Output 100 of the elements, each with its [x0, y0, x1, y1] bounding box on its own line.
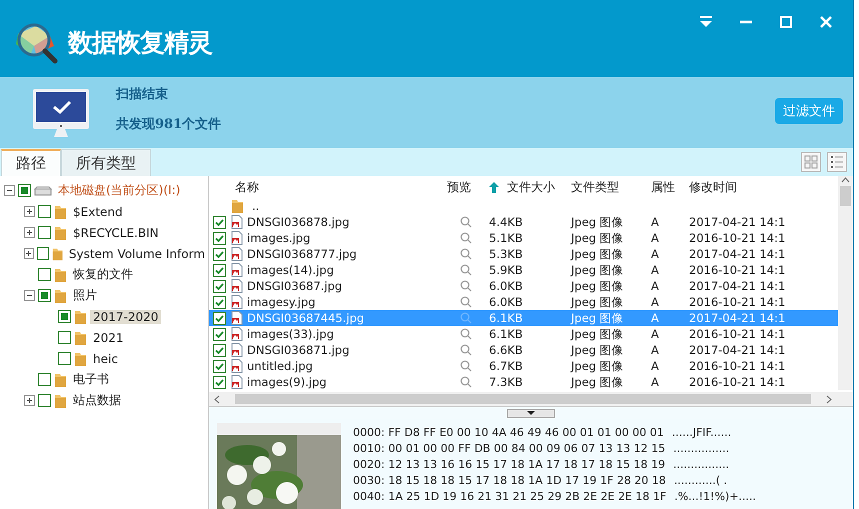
preview-icon[interactable]	[460, 328, 472, 340]
grid-view-button[interactable]	[801, 152, 821, 172]
image-file-icon	[231, 263, 243, 277]
checkbox[interactable]	[38, 205, 51, 218]
file-row[interactable]: DNSGI03687.jpg 6.0KB Jpeg 图像 A 2017-04-21 14:1	[209, 278, 838, 294]
checkbox[interactable]	[213, 232, 226, 244]
preview-icon[interactable]	[460, 344, 472, 356]
checkbox[interactable]	[213, 328, 226, 340]
preview-icon[interactable]	[460, 216, 472, 228]
checkbox[interactable]	[38, 394, 51, 407]
scroll-up-icon[interactable]	[841, 176, 850, 184]
file-row[interactable]: DNSGI0368777.jpg 5.3KB Jpeg 图像 A 2017-04-21 14:1	[209, 246, 838, 262]
tree-item[interactable]: 本地磁盘(当前分区)(I:)	[55, 182, 184, 199]
preview-icon[interactable]	[460, 360, 472, 372]
file-row[interactable]: DNSGI036878.jpg 4.4KB Jpeg 图像 A 2017-04-21 14:1	[209, 214, 838, 230]
checkbox[interactable]	[213, 296, 226, 308]
hex-line: 0030: 18 15 18 18 15 17 18 18 1A 1D 17 19 1F 28 20 18	[353, 473, 666, 489]
file-row[interactable]: images(9).jpg 7.3KB Jpeg 图像 A 2016-10-21 14:1	[209, 374, 838, 390]
tab[interactable]: 路径	[1, 149, 61, 176]
file-name: DNSGI036871.jpg	[247, 343, 350, 357]
list-view-button[interactable]	[827, 152, 847, 172]
file-row[interactable]: images(33).jpg 6.1KB Jpeg 图像 A 2016-10-21 14:1	[209, 326, 838, 342]
checkbox[interactable]	[213, 280, 226, 292]
hex-line: 0010: 00 01 00 00 FF DB 00 84 00 09 06 07 13 13 12 15	[353, 441, 666, 457]
checkbox[interactable]	[58, 331, 71, 344]
checkbox[interactable]	[36, 247, 48, 260]
expand-icon[interactable]	[24, 206, 35, 217]
file-row[interactable]: DNSGI036871.jpg 6.6KB Jpeg 图像 A 2017-04-21 14:1	[209, 342, 838, 358]
tree-item[interactable]: 站点数据	[70, 392, 124, 409]
column-header[interactable]: 名称	[231, 178, 443, 196]
vertical-scrollbar[interactable]	[838, 176, 853, 390]
splitter-handle[interactable]	[507, 408, 555, 418]
checkbox[interactable]	[213, 376, 226, 388]
scroll-left-icon[interactable]	[213, 394, 221, 404]
checkbox[interactable]	[38, 268, 51, 281]
tree-item[interactable]: 恢复的文件	[70, 266, 136, 283]
tree-item[interactable]: 2017-2020	[90, 310, 162, 324]
drive-icon	[34, 184, 52, 196]
file-row[interactable]: untitled.jpg 6.7KB Jpeg 图像 A 2016-10-21 14:1	[209, 358, 838, 374]
checkbox[interactable]	[38, 226, 51, 239]
column-header[interactable]: 属性	[647, 178, 685, 196]
scroll-right-icon[interactable]	[825, 394, 833, 404]
horizontal-scrollbar[interactable]	[209, 392, 853, 406]
tree-item[interactable]: 照片	[70, 287, 100, 304]
checkbox[interactable]	[58, 310, 71, 323]
column-header[interactable]: 修改时间	[685, 178, 842, 196]
maximize-button[interactable]	[777, 13, 795, 31]
app-title: 数据恢复精灵	[68, 26, 212, 58]
checkbox[interactable]	[213, 216, 226, 228]
file-attribute: A	[650, 263, 660, 277]
file-attribute: A	[650, 327, 660, 341]
column-header[interactable]: 文件大小	[485, 178, 567, 196]
tree-item[interactable]: heic	[90, 352, 121, 366]
checkbox[interactable]	[18, 184, 31, 197]
scroll-thumb[interactable]	[840, 186, 851, 206]
tree-item[interactable]: 电子书	[70, 371, 112, 388]
checkbox[interactable]	[213, 344, 226, 356]
preview-icon[interactable]	[460, 280, 472, 292]
collapse-icon[interactable]	[4, 185, 15, 196]
preview-icon[interactable]	[460, 296, 472, 308]
file-row[interactable]: imagesy.jpg 6.0KB Jpeg 图像 A 2016-10-21 14:1	[209, 294, 838, 310]
tree-item[interactable]: 2021	[90, 330, 127, 344]
preview-icon[interactable]	[460, 232, 472, 244]
tree-item[interactable]: System Volume Inform	[66, 246, 208, 260]
ascii-text: ................	[673, 457, 730, 473]
checkbox[interactable]	[213, 360, 226, 372]
file-attribute: A	[650, 359, 660, 373]
checkbox[interactable]	[213, 312, 226, 324]
image-file-icon	[231, 231, 243, 245]
file-row[interactable]: images(14).jpg 5.9KB Jpeg 图像 A 2016-10-21 14:1	[209, 262, 838, 278]
file-name: images(14).jpg	[247, 263, 334, 277]
expand-icon[interactable]	[24, 395, 35, 406]
folder-icon	[54, 372, 67, 388]
checkbox[interactable]	[38, 289, 51, 302]
collapse-icon[interactable]	[24, 290, 35, 301]
tree-item[interactable]: $RECYCLE.BIN	[70, 226, 162, 240]
hex-line: 0020: 12 13 13 16 16 15 17 18 1A 17 18 17 18 15 18 19	[353, 457, 666, 473]
folder-icon	[54, 288, 67, 304]
column-header[interactable]: 文件类型	[567, 178, 647, 196]
file-type: Jpeg 图像	[569, 214, 625, 230]
checkbox[interactable]	[58, 352, 71, 365]
checkbox[interactable]	[213, 264, 226, 276]
image-file-icon	[231, 215, 243, 229]
tree-item[interactable]: $Extend	[70, 204, 126, 218]
preview-icon[interactable]	[460, 248, 472, 260]
ascii-text: ......JFIF......	[672, 425, 732, 441]
column-header[interactable]: 预览	[443, 178, 485, 196]
file-row[interactable]: images.jpg 5.1KB Jpeg 图像 A 2016-10-21 14:1	[209, 230, 838, 246]
expand-icon[interactable]	[24, 248, 34, 259]
preview-icon[interactable]	[460, 264, 472, 276]
checkbox[interactable]	[213, 248, 226, 260]
expand-icon[interactable]	[24, 227, 35, 238]
parent-folder-entry[interactable]: ..	[248, 199, 260, 213]
folder-icon	[54, 204, 67, 220]
preview-icon[interactable]	[460, 376, 472, 388]
folder-icon	[54, 392, 67, 408]
tab[interactable]: 所有类型	[61, 149, 151, 176]
checkbox[interactable]	[38, 373, 51, 386]
file-name: DNSGI03687445.jpg	[247, 311, 364, 325]
modified-time: 2016-10-21 14:1	[688, 375, 786, 389]
